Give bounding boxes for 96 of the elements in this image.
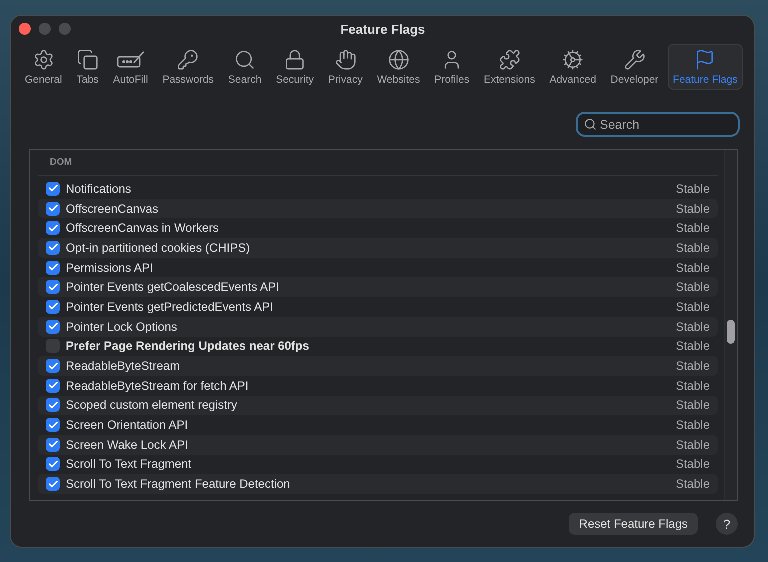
toolbar-tab[interactable]: Extensions — [478, 44, 540, 90]
feature-row[interactable]: Scroll To Text Fragment Stable — [38, 454, 718, 474]
feature-name: Prefer Page Rendering Updates near 60fps — [66, 339, 310, 354]
tabs-icon — [76, 49, 99, 71]
checkbox[interactable] — [46, 300, 60, 314]
toolbar-tab[interactable]: Passwords — [158, 44, 220, 90]
feature-name: Pointer Events getPredictedEvents API — [66, 300, 274, 314]
checkbox[interactable] — [46, 378, 60, 393]
feature-name: Screen Wake Lock API — [66, 438, 190, 452]
feature-name: Scroll To Text Fragment — [66, 457, 193, 472]
status-label: Stable — [676, 260, 710, 275]
checkbox[interactable] — [46, 202, 60, 216]
search-field[interactable]: Search — [576, 112, 740, 137]
status-label: Stable — [676, 202, 710, 216]
lock-icon — [284, 49, 306, 71]
feature-name: ReadableByteStream for fetch API — [66, 378, 250, 393]
hand-icon — [334, 49, 357, 71]
toolbar-tab[interactable]: Websites — [372, 44, 426, 90]
feature-name: OffscreenCanvas in Workers — [66, 221, 220, 236]
feature-row[interactable]: Pointer Events getCoalescedEvents API Stable — [38, 277, 718, 298]
section-header: DOM — [50, 157, 72, 168]
feature-name: Scoped custom element registry — [66, 398, 238, 412]
checkbox[interactable] — [46, 260, 60, 275]
toolbar-tab[interactable]: Security — [271, 44, 320, 90]
checkbox[interactable] — [46, 477, 60, 492]
checkbox[interactable] — [46, 438, 60, 452]
status-label: Stable — [676, 240, 710, 255]
search-icon — [234, 49, 256, 71]
scroll-thumb[interactable] — [727, 320, 735, 344]
wrench-icon — [624, 49, 646, 71]
status-label: Stable — [676, 477, 710, 492]
checkbox[interactable] — [46, 280, 60, 294]
toolbar-tab[interactable]: Profiles — [430, 44, 475, 90]
key-icon — [177, 49, 200, 71]
feature-row[interactable]: Pointer Lock Options Stable — [38, 316, 718, 336]
feature-name: Screen Orientation API — [66, 418, 190, 432]
checkbox[interactable] — [46, 359, 60, 374]
window-title: Feature Flags — [340, 22, 426, 36]
feature-row[interactable]: Prefer Page Rendering Updates near 60fps Stable — [38, 336, 718, 356]
status-label: Stable — [676, 280, 710, 294]
checkbox[interactable] — [46, 398, 60, 412]
feature-name: Opt-in partitioned cookies (CHIPS) — [66, 240, 252, 255]
feature-row[interactable]: Screen Orientation API Stable — [38, 415, 718, 435]
status-label: Stable — [676, 418, 710, 432]
feature-row[interactable]: Scroll To Text Fragment Feature Detection Stable — [38, 474, 718, 494]
feature-row[interactable]: OffscreenCanvas in Workers Stable — [38, 218, 718, 238]
status-label: Stable — [676, 339, 710, 354]
feature-name: OffscreenCanvas — [66, 202, 160, 216]
feature-name: Pointer Lock Options — [66, 320, 178, 334]
toolbar-tab[interactable]: General — [20, 44, 68, 90]
close-button[interactable] — [19, 23, 31, 35]
checkbox[interactable] — [46, 320, 60, 334]
toolbar-tab[interactable]: Search — [223, 44, 267, 90]
feature-name: ReadableByteStream — [66, 359, 182, 374]
puzzle-icon — [498, 49, 521, 71]
status-label: Stable — [676, 300, 710, 314]
toolbar-tab[interactable]: Advanced — [544, 44, 602, 90]
status-label: Stable — [676, 221, 710, 236]
checkbox[interactable] — [46, 182, 60, 196]
reset-button[interactable]: Reset Feature Flags — [569, 513, 698, 535]
cog-icon — [562, 49, 584, 71]
feature-name: Notifications — [66, 182, 132, 196]
gear-icon — [32, 49, 55, 71]
status-label: Stable — [676, 438, 710, 452]
status-label: Stable — [676, 398, 710, 412]
status-label: Stable — [676, 378, 710, 393]
feature-row[interactable]: ReadableByteStream Stable — [38, 356, 718, 376]
toolbar-tab[interactable]: Tabs — [72, 44, 104, 90]
toolbar-tab[interactable]: AutoFill — [108, 44, 154, 90]
toolbar-tab[interactable]: Privacy — [323, 44, 368, 90]
feature-row[interactable]: Screen Wake Lock API Stable — [38, 434, 718, 455]
feature-row[interactable]: OffscreenCanvas Stable — [38, 198, 718, 218]
globe-icon — [388, 49, 410, 71]
checkbox[interactable] — [46, 240, 60, 255]
feature-name: Scroll To Text Fragment Feature Detection — [66, 477, 292, 492]
status-label: Stable — [676, 457, 710, 472]
checkbox[interactable] — [46, 221, 60, 236]
feature-name: Permissions API — [66, 260, 154, 275]
feature-row[interactable]: Notifications Stable — [38, 179, 718, 199]
status-label: Stable — [676, 320, 710, 334]
checkbox[interactable] — [46, 418, 60, 432]
toolbar-tab[interactable]: Feature Flags — [668, 44, 743, 90]
search-icon — [584, 118, 597, 131]
status-label: Stable — [676, 359, 710, 374]
scrollbar[interactable] — [724, 150, 737, 500]
feature-name: Pointer Events getCoalescedEvents API — [66, 280, 280, 294]
help-button[interactable]: ? — [716, 513, 738, 535]
toolbar-tab[interactable]: Developer — [606, 44, 664, 90]
status-label: Stable — [676, 182, 710, 196]
feature-row[interactable]: ReadableByteStream for fetch API Stable — [38, 376, 718, 396]
feature-row[interactable]: Permissions API Stable — [38, 258, 718, 278]
checkbox[interactable] — [46, 339, 60, 354]
feature-row[interactable]: Scoped custom element registry Stable — [38, 396, 718, 416]
checkbox[interactable] — [46, 457, 60, 472]
feature-row[interactable]: Pointer Events getPredictedEvents API Stable — [38, 297, 718, 317]
feature-row[interactable]: Opt-in partitioned cookies (CHIPS) Stable — [38, 238, 718, 258]
